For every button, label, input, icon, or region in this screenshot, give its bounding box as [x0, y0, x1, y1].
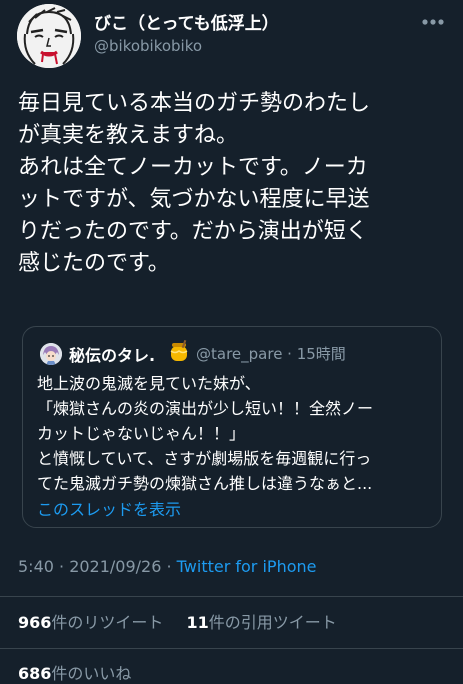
quoted-tweet-text: 地上波の鬼滅を見ていた妹が、 「煉獄さんの炎の演出が少し短い！！全然ノー カット…: [37, 371, 437, 496]
tweet-source-link[interactable]: Twitter for iPhone: [177, 557, 317, 576]
quoted-author-avatar[interactable]: [40, 343, 62, 365]
tweet-text-line: りだったのです。だから演出が短く: [18, 219, 368, 244]
likes-count: 686: [18, 664, 52, 683]
author-handle[interactable]: @bikobikobiko: [94, 37, 202, 55]
likes-stat[interactable]: 686件のいいね: [18, 664, 131, 683]
author-display-name[interactable]: びこ（とっても低浮上）: [94, 9, 279, 34]
quoted-author-name[interactable]: 秘伝のタレ.: [69, 342, 155, 366]
tweet-text: 毎日見ている本当のガチ勢のわたし が真実を教えますね。 あれは全てノーカットです…: [18, 88, 456, 280]
retweets-label: 件のリツイート: [51, 613, 164, 632]
quoted-meta: @tare_pare · 15時間: [196, 345, 346, 363]
divider: [0, 596, 463, 597]
tweet-text-line: 毎日見ている本当のガチ勢のわたし: [18, 91, 371, 116]
quotes-count: 11: [186, 613, 209, 632]
likes-row: 686件のいいね: [18, 660, 131, 684]
retweets-stat[interactable]: 966件のリツイート: [18, 613, 163, 632]
quoted-tweet-card[interactable]: 秘伝のタレ. @tare_pare · 15時間 地上波の鬼滅を見ていた妹が、 …: [22, 326, 442, 528]
divider: [0, 648, 463, 649]
quoted-text-line: 「煉獄さんの炎の演出が少し短い！！全然ノー: [37, 399, 374, 418]
quoted-text-line: カットじゃないじゃん！！」: [37, 424, 246, 443]
tweet-text-line: あれは全てノーカットです。ノーカ: [18, 155, 368, 180]
likes-label: 件のいいね: [51, 664, 132, 683]
quoted-text-line: てた鬼滅ガチ勢の煉獄さん推しは違うなぁと...: [37, 474, 373, 493]
tweet-timestamp[interactable]: 5:40 · 2021/09/26 ·: [18, 557, 177, 576]
stats-row: 966件のリツイート 11件の引用ツイート: [18, 609, 337, 633]
quotes-stat[interactable]: 11件の引用ツイート: [187, 613, 337, 632]
more-options-button[interactable]: [418, 10, 448, 34]
tweet-text-line: 感じたのです。: [18, 251, 170, 276]
anime-character-avatar-icon: [40, 343, 62, 365]
author-avatar[interactable]: [17, 4, 81, 68]
show-thread-link[interactable]: このスレッドを表示: [37, 496, 181, 520]
tweet-meta: 5:40 · 2021/09/26 · Twitter for iPhone: [18, 557, 316, 576]
sketch-face-avatar-icon: [17, 4, 81, 68]
honey-pot-emoji-icon: [169, 339, 189, 362]
retweets-count: 966: [18, 613, 52, 632]
tweet-text-line: が真実を教えますね。: [18, 123, 239, 148]
quotes-label: 件の引用ツイート: [208, 613, 337, 632]
quoted-text-line: 地上波の鬼滅を見ていた妹が、: [37, 374, 261, 393]
tweet-text-line: ットですが、気づかない程度に早送: [18, 187, 370, 212]
quoted-text-line: と憤慨していて、さすが劇場版を毎週観に行っ: [37, 449, 372, 468]
tweet-header: びこ（とっても低浮上） @bikobikobiko: [0, 0, 463, 80]
more-dots-icon: [422, 19, 444, 25]
